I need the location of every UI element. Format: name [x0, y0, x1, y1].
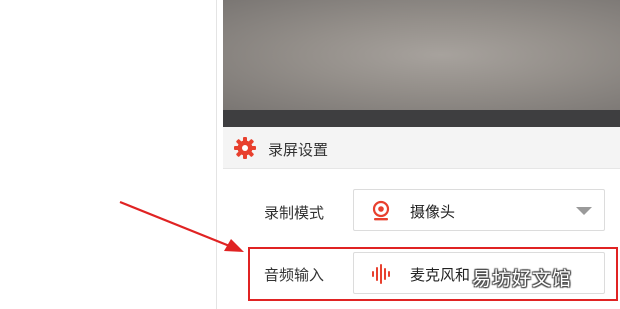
webcam-icon — [372, 200, 390, 221]
panel-divider — [216, 0, 217, 309]
record-mode-label: 录制模式 — [264, 205, 325, 222]
screen-record-settings-header: 录屏设置 — [223, 127, 620, 169]
settings-title: 录屏设置 — [268, 142, 329, 159]
chevron-down-icon — [576, 207, 592, 215]
record-mode-select[interactable]: 摄像头 — [353, 189, 605, 231]
camera-preview — [223, 0, 620, 110]
record-mode-value: 摄像头 — [410, 204, 456, 221]
left-blank-area — [0, 0, 216, 309]
watermark-text: 易坊好文馆 — [472, 269, 573, 290]
preview-bottom-bar — [223, 110, 620, 127]
gear-icon — [234, 137, 256, 159]
